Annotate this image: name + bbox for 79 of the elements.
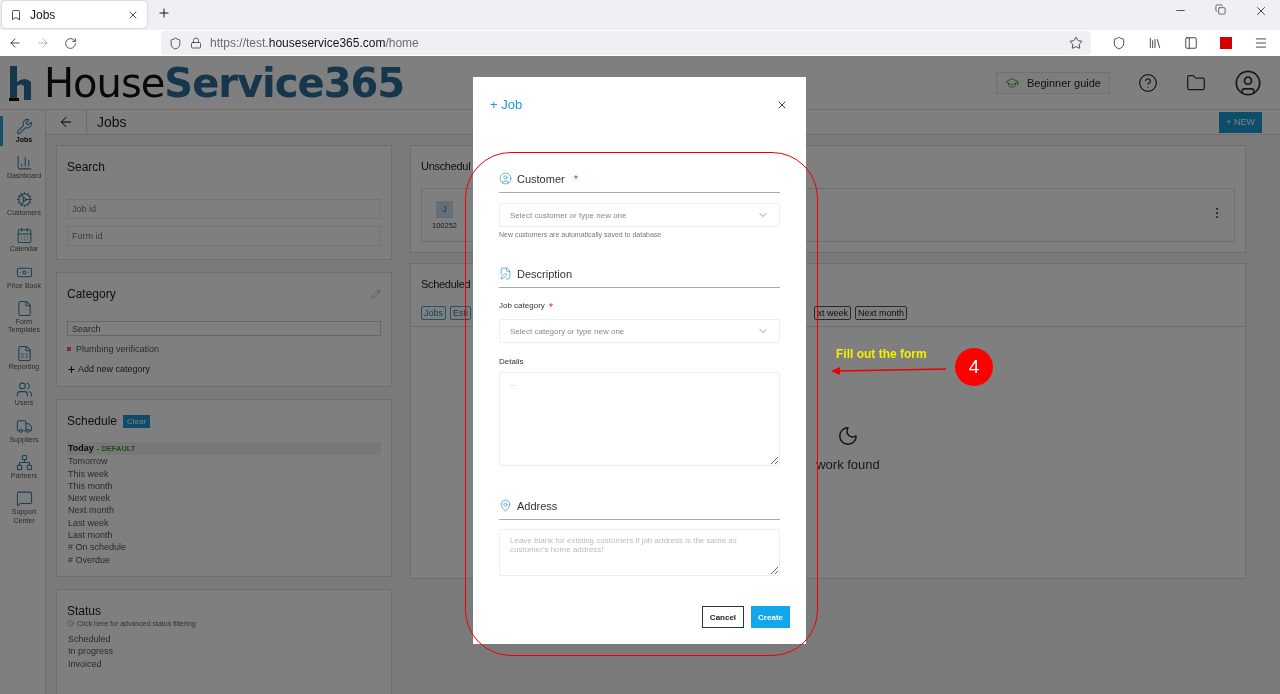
page-title: Jobs xyxy=(97,114,127,130)
plus-icon xyxy=(67,364,76,374)
card-title: Status xyxy=(67,604,103,618)
folder-icon[interactable] xyxy=(1186,72,1206,93)
job-avatar: J xyxy=(436,200,453,218)
filter-chip[interactable]: Next month xyxy=(854,306,907,320)
schedule-option[interactable]: This week xyxy=(67,467,381,480)
document-icon xyxy=(15,299,33,317)
library-icon[interactable] xyxy=(1148,36,1162,50)
tools-icon xyxy=(15,118,33,135)
status-option[interactable]: Scheduled xyxy=(67,633,381,646)
edit-document-icon xyxy=(499,267,512,280)
beginner-guide-button[interactable]: Beginner guide xyxy=(996,71,1110,94)
bookmark-star-icon[interactable] xyxy=(1069,36,1083,50)
graduation-cap-icon xyxy=(1005,75,1019,90)
new-tab-icon[interactable] xyxy=(157,6,171,20)
calendar-icon xyxy=(15,227,33,245)
card-title: Unschedul xyxy=(421,160,472,172)
network-icon xyxy=(15,453,33,471)
address-bar[interactable]: https://test.houseservice365.com/home xyxy=(161,31,1091,55)
truck-icon xyxy=(15,417,33,435)
close-icon[interactable] xyxy=(1254,4,1268,18)
filter-chip[interactable]: xt week xyxy=(814,306,851,320)
section-title: Customer xyxy=(517,172,565,185)
add-category-link[interactable]: Add new category xyxy=(67,364,381,374)
back-icon[interactable] xyxy=(8,36,22,50)
menu-icon[interactable] xyxy=(1254,36,1268,50)
details-field[interactable]: ... xyxy=(499,372,780,466)
schedule-option[interactable]: # On schedule xyxy=(67,541,381,554)
user-avatar-icon[interactable] xyxy=(1234,68,1262,97)
card-title: Search xyxy=(67,160,107,174)
browser-tab[interactable]: Jobs xyxy=(2,1,147,28)
filter-chip[interactable]: Jobs xyxy=(421,306,446,320)
cog-icon xyxy=(15,190,33,208)
callout-text: Fill out the form xyxy=(836,347,927,361)
clear-button[interactable]: Clear xyxy=(123,414,151,428)
required-mark: * xyxy=(573,172,578,185)
create-button[interactable]: Create xyxy=(751,606,790,628)
card-title: Schedule xyxy=(67,414,118,428)
users-icon xyxy=(15,381,33,399)
field-label: Job category xyxy=(499,301,545,312)
category-select[interactable]: Select category or type new one xyxy=(499,319,780,343)
section-title: Description xyxy=(517,267,573,280)
schedule-option[interactable]: Next month xyxy=(67,504,381,517)
reload-icon[interactable] xyxy=(64,36,77,50)
restore-icon[interactable] xyxy=(1215,4,1226,15)
spreadsheet-icon xyxy=(15,344,33,362)
schedule-option[interactable]: Next week xyxy=(67,492,381,505)
dialog-title: + Job xyxy=(490,97,523,112)
help-chat-icon xyxy=(15,490,33,508)
schedule-option[interactable]: This month xyxy=(67,479,381,493)
schedule-option[interactable]: Last week xyxy=(67,516,381,530)
search-field[interactable]: Job id xyxy=(67,199,381,219)
required-mark: * xyxy=(548,301,554,313)
section-title: Address xyxy=(517,499,558,512)
lock-icon xyxy=(190,37,202,49)
sidebar-icon[interactable] xyxy=(1184,36,1198,50)
map-pin-icon xyxy=(499,499,512,512)
cancel-button[interactable]: Cancel xyxy=(701,606,745,628)
search-field[interactable]: Form id xyxy=(67,226,381,246)
schedule-option[interactable]: # Overdue xyxy=(67,553,381,566)
status-option[interactable]: Invoiced xyxy=(67,657,381,670)
back-icon[interactable] xyxy=(58,114,74,130)
search-field[interactable]: Search xyxy=(67,321,381,336)
customer-select[interactable]: Select customer or type new one xyxy=(499,203,780,227)
shield-icon xyxy=(169,36,182,50)
schedule-option[interactable]: Tomorrow xyxy=(67,455,381,468)
help-icon[interactable] xyxy=(1138,72,1158,93)
card-title: Category xyxy=(67,287,116,301)
new-button[interactable]: + NEW xyxy=(1219,111,1262,133)
schedule-option[interactable]: Last month xyxy=(67,529,381,542)
logo-text: HouseService365 xyxy=(44,59,405,106)
category-item[interactable]: Plumbing verification xyxy=(76,344,160,354)
bar-chart-icon xyxy=(15,154,33,172)
status-option[interactable]: In progress xyxy=(67,645,381,658)
moon-icon xyxy=(837,425,859,447)
info-icon xyxy=(67,620,74,627)
field-label: Details xyxy=(499,357,524,366)
favicon-icon xyxy=(10,8,22,21)
